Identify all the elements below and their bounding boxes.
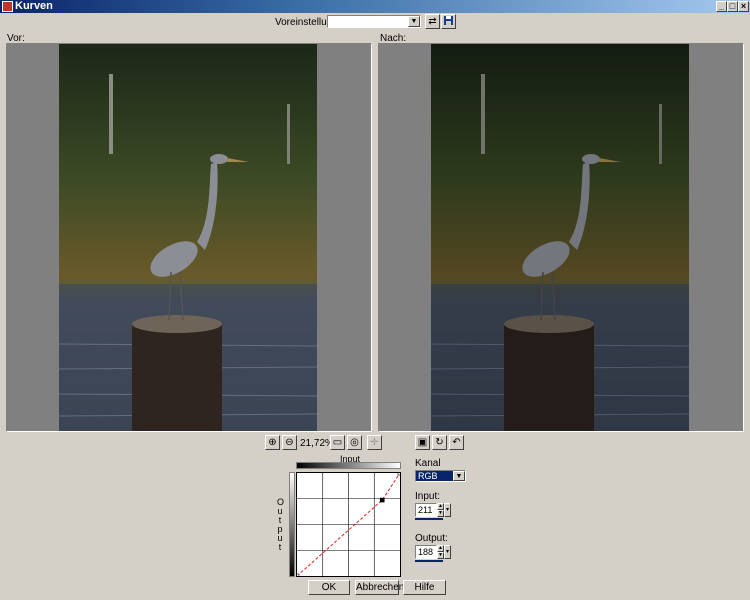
zoom-in-icon: ⊕ <box>268 437 277 448</box>
load-arrows-icon: ⇄ <box>428 16 437 27</box>
spin-down-icon[interactable]: ▼ <box>437 552 444 559</box>
input-slider-toggle[interactable]: ▾ <box>444 503 451 517</box>
close-button[interactable]: × <box>738 1 749 12</box>
channel-value: RGB <box>416 471 453 481</box>
output-slider-bar[interactable] <box>415 560 443 562</box>
fit-window-icon: ▭ <box>332 437 343 448</box>
curve-control-point[interactable] <box>379 497 385 503</box>
pan-button[interactable]: ✛ <box>367 435 382 450</box>
preview-icon: ▣ <box>417 437 428 448</box>
load-preset-button[interactable]: ⇄ <box>425 14 440 29</box>
title-bar: Kurven _ □ × <box>0 0 750 13</box>
output-gradient-bar <box>289 472 295 577</box>
minimize-button[interactable]: _ <box>716 1 727 12</box>
input-slider-bar[interactable] <box>415 518 443 520</box>
curve-grid <box>297 473 400 576</box>
actual-size-icon: ◎ <box>350 437 359 448</box>
save-preset-button[interactable] <box>441 14 456 29</box>
before-preview-pane[interactable] <box>6 43 372 432</box>
save-disk-icon <box>444 16 453 25</box>
spin-up-icon[interactable]: ▲ <box>437 503 444 510</box>
cancel-button[interactable]: Abbrechen <box>355 580 404 595</box>
chevron-down-icon[interactable]: ▼ <box>453 471 465 481</box>
undo-icon: ↶ <box>452 437 461 448</box>
output-field[interactable]: 188 <box>415 545 437 559</box>
chevron-down-icon[interactable]: ▼ <box>408 16 420 27</box>
output-axis-label: Output <box>277 497 285 552</box>
after-photo <box>431 44 689 431</box>
maximize-button[interactable]: □ <box>727 1 738 12</box>
input-label: Input: <box>415 491 441 502</box>
zoom-level: 21,72% <box>300 438 334 449</box>
curve-canvas[interactable] <box>294 470 403 579</box>
channel-dropdown[interactable]: RGB ▼ <box>415 470 466 482</box>
ok-button[interactable]: OK <box>308 580 350 595</box>
presets-dropdown[interactable]: ▼ <box>327 15 421 28</box>
reset-button[interactable]: ↶ <box>449 435 464 450</box>
spin-up-icon[interactable]: ▲ <box>437 545 444 552</box>
zoom-in-button[interactable]: ⊕ <box>265 435 280 450</box>
move-icon: ✛ <box>370 437 379 448</box>
zoom-out-icon: ⊖ <box>285 437 294 448</box>
output-spinner[interactable]: ▲ ▼ <box>437 545 444 559</box>
curve-control-point[interactable] <box>397 470 403 476</box>
curve-control-point[interactable] <box>294 573 300 579</box>
spin-down-icon[interactable]: ▼ <box>437 510 444 517</box>
auto-proof-button[interactable]: ↻ <box>432 435 447 450</box>
before-photo <box>59 44 317 431</box>
help-button[interactable]: Hilfe <box>403 580 446 595</box>
after-preview-pane[interactable] <box>378 43 744 432</box>
window-title: Kurven <box>15 0 53 12</box>
zoom-out-button[interactable]: ⊖ <box>282 435 297 450</box>
input-gradient-bar <box>296 462 401 469</box>
app-icon <box>2 1 13 12</box>
actual-size-button[interactable]: ◎ <box>347 435 362 450</box>
channel-label: Kanal <box>415 458 441 469</box>
toggle-preview-button[interactable]: ▣ <box>415 435 430 450</box>
input-field[interactable]: 211 <box>415 503 437 517</box>
output-slider-toggle[interactable]: ▾ <box>444 545 451 559</box>
proof-icon: ↻ <box>435 437 444 448</box>
output-label: Output: <box>415 533 448 544</box>
input-spinner[interactable]: ▲ ▼ <box>437 503 444 517</box>
curve-graph[interactable] <box>294 470 403 579</box>
fit-window-button[interactable]: ▭ <box>330 435 345 450</box>
